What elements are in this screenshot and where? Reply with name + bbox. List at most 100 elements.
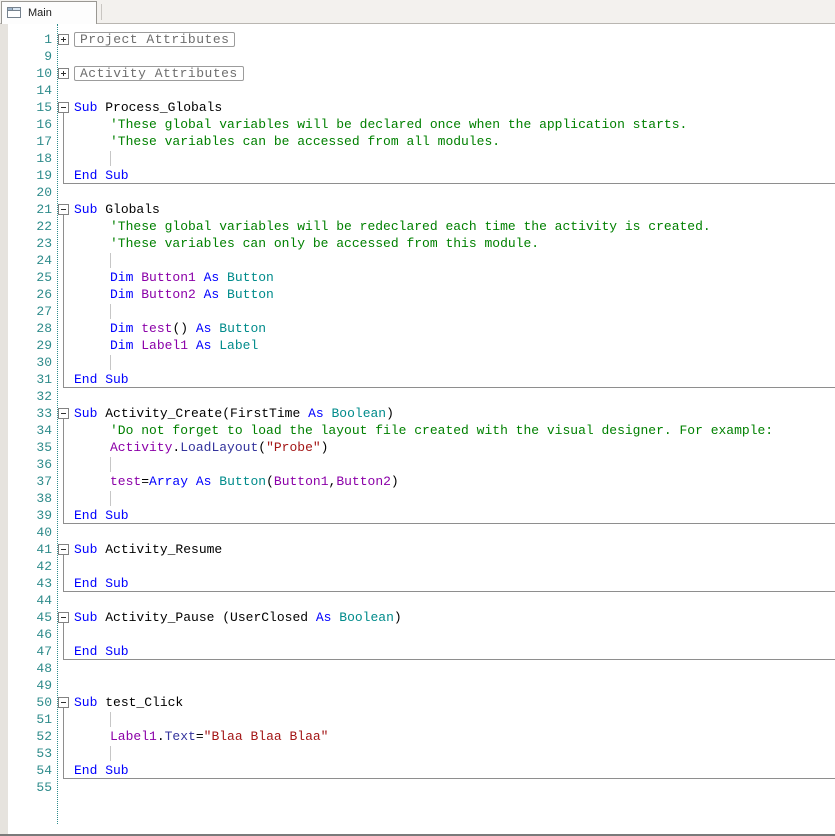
line-number: 31 [36, 372, 52, 387]
code-token: Button2 [141, 287, 196, 302]
fold-collapse-toggle[interactable] [58, 612, 69, 623]
code-token: As [188, 474, 220, 489]
indent-guide [110, 253, 111, 268]
fold-collapse-toggle[interactable] [58, 408, 69, 419]
collapsed-region-label: Project Attributes [74, 32, 236, 47]
line-number: 20 [36, 185, 52, 200]
code-line[interactable]: Sub test_Click [74, 694, 183, 711]
code-token: End Sub [74, 763, 129, 778]
line-number: 21 [36, 202, 52, 217]
code-token: Boolean [339, 610, 394, 625]
line-number: 9 [44, 49, 52, 64]
code-token: ) [390, 474, 399, 489]
fold-expand-toggle[interactable] [58, 68, 69, 79]
code-token: Label1 [110, 729, 157, 744]
collapsed-region-label: Activity Attributes [74, 66, 244, 81]
breakpoint-margin[interactable] [0, 24, 8, 834]
code-token: Label1 [141, 338, 189, 353]
code-token: As [195, 287, 228, 302]
code-token: End Sub [74, 508, 129, 523]
code-line[interactable]: Dim Label1 As Label [110, 337, 258, 354]
code-token: Button1 [273, 474, 329, 489]
code-line[interactable]: 'These global variables will be declared… [110, 116, 687, 133]
code-line[interactable]: 'These variables can only be accessed fr… [110, 235, 539, 252]
code-line[interactable]: End Sub [74, 507, 129, 524]
indent-guide [110, 457, 111, 472]
code-token: Dim [110, 338, 142, 353]
line-number: 37 [36, 474, 52, 489]
code-line[interactable]: Label1.Text="Blaa Blaa Blaa" [110, 728, 328, 745]
line-number: 32 [36, 389, 52, 404]
code-line[interactable]: Dim test() As Button [110, 320, 266, 337]
fold-structure-line [63, 215, 64, 388]
code-line[interactable]: End Sub [74, 575, 129, 592]
code-token: Boolean [331, 406, 387, 421]
code-token: Dim [110, 321, 142, 336]
line-number: 22 [36, 219, 52, 234]
line-number: 51 [36, 712, 52, 727]
code-token: Button [219, 321, 267, 336]
line-number: 15 [36, 100, 52, 115]
line-number: 53 [36, 746, 52, 761]
code-line[interactable]: Sub Activity_Pause (UserClosed As Boolea… [74, 609, 402, 626]
code-token: Activity_Create(FirstTime [105, 406, 301, 421]
fold-collapse-toggle[interactable] [58, 204, 69, 215]
code-token: 'These global variables will be redeclar… [110, 219, 711, 234]
line-number: 48 [36, 661, 52, 676]
line-number: 35 [36, 440, 52, 455]
code-token: test_Click [105, 695, 184, 710]
code-line[interactable]: Dim Button1 As Button [110, 269, 274, 286]
code-token: = [195, 729, 204, 744]
code-token: End Sub [74, 168, 129, 183]
line-number: 47 [36, 644, 52, 659]
code-line[interactable]: 'These variables can be accessed from al… [110, 133, 500, 150]
ide-window: Main 1 Project Attributes 9 10 Activity Attr… [0, 0, 835, 836]
fold-glyph [61, 549, 66, 550]
code-line[interactable]: End Sub [74, 167, 129, 184]
code-line[interactable]: test=Array As Button(Button1,Button2) [110, 473, 399, 490]
code-line[interactable]: End Sub [74, 643, 129, 660]
indent-guide [110, 304, 111, 319]
code-token: () [172, 321, 189, 336]
code-token: Dim [110, 287, 142, 302]
code-token: Activity [110, 440, 173, 455]
fold-expand-toggle[interactable] [58, 34, 69, 45]
fold-collapse-toggle[interactable] [58, 102, 69, 113]
line-number: 44 [36, 593, 52, 608]
line-number: 50 [36, 695, 52, 710]
code-line[interactable]: Sub Activity_Resume [74, 541, 222, 558]
fold-collapse-toggle[interactable] [58, 697, 69, 708]
code-line[interactable]: Sub Activity_Create(FirstTime As Boolean… [74, 405, 394, 422]
line-number: 49 [36, 678, 52, 693]
line-number: 26 [36, 287, 52, 302]
line-number: 40 [36, 525, 52, 540]
line-number: 17 [36, 134, 52, 149]
code-line[interactable]: Dim Button2 As Button [110, 286, 274, 303]
code-line[interactable]: Sub Process_Globals [74, 99, 222, 116]
code-token: Array [149, 474, 189, 489]
code-token: Sub [74, 406, 106, 421]
line-number: 16 [36, 117, 52, 132]
line-number: 14 [36, 83, 52, 98]
code-line[interactable]: 'These global variables will be redeclar… [110, 218, 711, 235]
tab-label: Main [28, 7, 52, 19]
line-number: 36 [36, 457, 52, 472]
line-number: 27 [36, 304, 52, 319]
fold-collapse-toggle[interactable] [58, 544, 69, 555]
line-number: 41 [36, 542, 52, 557]
code-token: Button [219, 474, 267, 489]
line-number: 25 [36, 270, 52, 285]
indent-guide [110, 746, 111, 761]
code-token: ( [266, 474, 274, 489]
code-line[interactable]: End Sub [74, 762, 129, 779]
code-line[interactable]: End Sub [74, 371, 129, 388]
code-token: Activity_Pause (UserClosed [105, 610, 309, 625]
line-number: 39 [36, 508, 52, 523]
code-token: End Sub [74, 576, 129, 591]
code-line[interactable]: 'Do not forget to load the layout file c… [110, 422, 773, 439]
code-line[interactable]: Activity.LoadLayout("Probe") [110, 439, 328, 456]
code-token: As [308, 610, 340, 625]
code-line[interactable]: Sub Globals [74, 201, 160, 218]
tab-main[interactable]: Main [1, 1, 97, 24]
fold-structure-line [63, 555, 64, 592]
